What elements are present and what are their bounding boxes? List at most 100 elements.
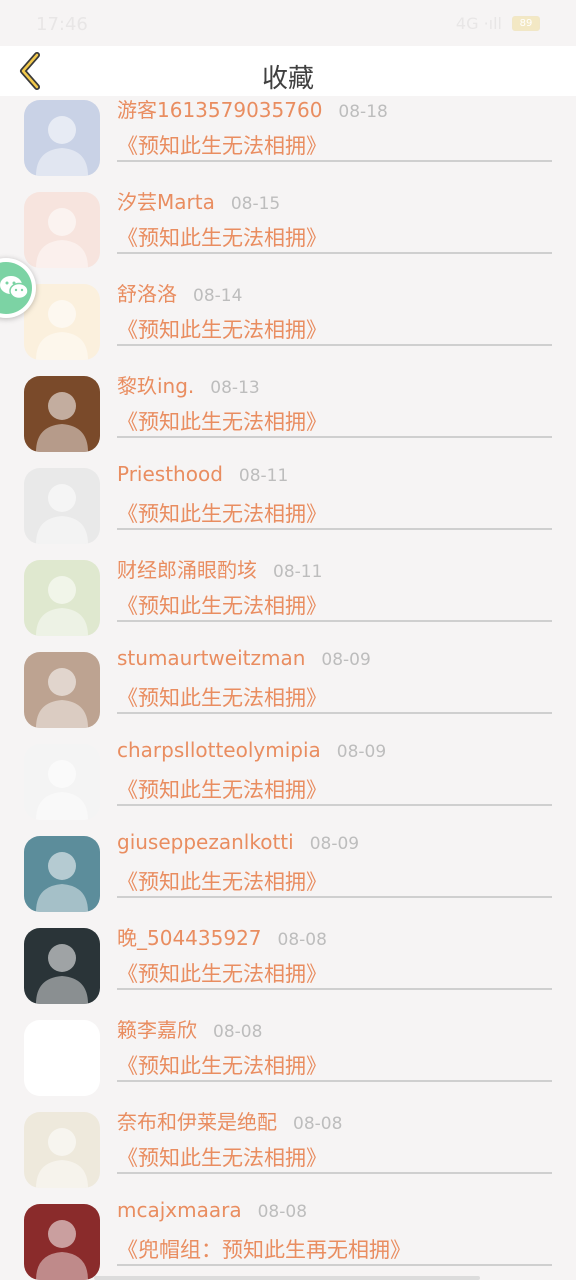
row-divider (117, 896, 552, 898)
user-avatar[interactable] (24, 284, 100, 360)
avatar-silhouette-icon (36, 668, 88, 728)
post-date: 08-18 (338, 102, 388, 122)
book-title[interactable]: 《预知此生无法相拥》 (117, 498, 327, 528)
book-title[interactable]: 《预知此生无法相拥》 (117, 406, 327, 436)
row-divider (117, 804, 552, 806)
user-avatar[interactable] (24, 376, 100, 452)
post-date: 08-09 (309, 834, 360, 854)
name-line: 游客1613579035760 08-18 (117, 96, 388, 123)
book-title[interactable]: 《预知此生无法相拥》 (117, 866, 327, 896)
post-date: 08-08 (277, 930, 327, 950)
user-avatar[interactable] (24, 836, 100, 912)
avatar-silhouette-icon (36, 1036, 88, 1096)
row-divider (117, 160, 552, 162)
book-title[interactable]: 《预知此生无法相拥》 (117, 130, 327, 160)
user-avatar[interactable] (24, 652, 100, 728)
favorite-row[interactable]: 汐芸Marta 08-15 《预知此生无法相拥》 (0, 184, 576, 276)
row-divider (117, 528, 552, 530)
name-line: giuseppezanlkotti 08-09 (117, 830, 359, 854)
user-name[interactable]: Priesthood (117, 462, 223, 486)
row-divider (117, 252, 552, 254)
book-title[interactable]: 《预知此生无法相拥》 (117, 1050, 327, 1080)
user-name[interactable]: 奈布和伊莱是绝配 (117, 1106, 277, 1135)
user-name[interactable]: 黎玖ing. (117, 370, 194, 399)
user-avatar[interactable] (24, 100, 100, 176)
status-right: 4G ·ıll 89 (456, 14, 540, 33)
book-title[interactable]: 《预知此生无法相拥》 (117, 314, 327, 344)
favorite-row[interactable]: 黎玖ing. 08-13 《预知此生无法相拥》 (0, 368, 576, 460)
row-divider (117, 1264, 552, 1266)
user-avatar[interactable] (24, 744, 100, 820)
book-title[interactable]: 《预知此生无法相拥》 (117, 590, 327, 620)
avatar-silhouette-icon (36, 1128, 88, 1188)
post-date: 08-08 (257, 1202, 308, 1222)
avatar-silhouette-icon (36, 392, 88, 452)
post-date: 08-15 (230, 194, 281, 214)
user-name[interactable]: 游客1613579035760 (117, 96, 322, 123)
user-name[interactable]: giuseppezanlkotti (117, 830, 294, 854)
battery-icon: 89 (512, 16, 540, 31)
user-avatar[interactable] (24, 1112, 100, 1188)
user-avatar[interactable] (24, 192, 100, 268)
favorite-row[interactable]: 奈布和伊莱是绝配 08-08 《预知此生无法相拥》 (0, 1104, 576, 1196)
favorite-row[interactable]: 财经郎涌眼酌垓 08-11 《预知此生无法相拥》 (0, 552, 576, 644)
avatar-silhouette-icon (36, 300, 88, 360)
post-date: 08-08 (213, 1022, 263, 1042)
favorites-list[interactable]: 游客1613579035760 08-18 《预知此生无法相拥》 汐芸Marta 08-… (0, 96, 576, 1280)
favorite-row[interactable]: 晚_504435927 08-08 《预知此生无法相拥》 (0, 920, 576, 1012)
favorite-row[interactable]: 舒洛洛 08-14 《预知此生无法相拥》 (0, 276, 576, 368)
post-date: 08-11 (238, 466, 289, 486)
favorite-row[interactable]: giuseppezanlkotti 08-09 《预知此生无法相拥》 (0, 828, 576, 920)
row-divider (117, 1080, 552, 1082)
name-line: charpsllotteolymipia 08-09 (117, 738, 386, 762)
user-avatar[interactable] (24, 1204, 100, 1280)
favorite-row[interactable]: Priesthood 08-11 《预知此生无法相拥》 (0, 460, 576, 552)
row-divider (117, 988, 552, 990)
post-date: 08-11 (273, 562, 323, 582)
avatar-silhouette-icon (36, 1220, 88, 1280)
name-line: 晚_504435927 08-08 (117, 922, 327, 951)
user-avatar[interactable] (24, 560, 100, 636)
avatar-silhouette-icon (36, 576, 88, 636)
user-name[interactable]: charpsllotteolymipia (117, 738, 321, 762)
avatar-silhouette-icon (36, 116, 88, 176)
avatar-silhouette-icon (36, 208, 88, 268)
post-date: 08-09 (321, 650, 371, 670)
post-date: 08-13 (210, 378, 260, 398)
user-name[interactable]: mcajxmaara (117, 1198, 242, 1222)
favorite-row[interactable]: 籁李嘉欣 08-08 《预知此生无法相拥》 (0, 1012, 576, 1104)
book-title[interactable]: 《兜帽组：预知此生再无相拥》 (117, 1234, 411, 1264)
user-name[interactable]: 籁李嘉欣 (117, 1014, 197, 1043)
wechat-icon (0, 262, 32, 314)
book-title[interactable]: 《预知此生无法相拥》 (117, 958, 327, 988)
page-title: 收藏 (261, 64, 314, 94)
post-date: 08-08 (293, 1114, 343, 1134)
name-line: 财经郎涌眼酌垓 08-11 (117, 554, 322, 583)
name-line: 奈布和伊莱是绝配 08-08 (117, 1106, 342, 1135)
favorite-row[interactable]: mcajxmaara 08-08 《兜帽组：预知此生再无相拥》 (0, 1196, 576, 1280)
status-time: 17:46 (36, 14, 88, 35)
user-name[interactable]: 晚_504435927 (117, 922, 262, 951)
bottom-scroll-indicator (94, 1276, 480, 1280)
signal-icon: 4G ·ıll (455, 14, 502, 33)
row-divider (117, 344, 552, 346)
post-date: 08-09 (336, 742, 387, 762)
name-line: 汐芸Marta 08-15 (117, 186, 280, 215)
favorite-row[interactable]: stumaurtweitzman 08-09 《预知此生无法相拥》 (0, 644, 576, 736)
favorite-row[interactable]: 游客1613579035760 08-18 《预知此生无法相拥》 (0, 96, 576, 184)
book-title[interactable]: 《预知此生无法相拥》 (117, 222, 327, 252)
avatar-silhouette-icon (36, 944, 88, 1004)
user-name[interactable]: 舒洛洛 (117, 278, 177, 307)
book-title[interactable]: 《预知此生无法相拥》 (117, 682, 327, 712)
user-avatar[interactable] (24, 1020, 100, 1096)
status-bar: 17:46 4G ·ıll 89 (0, 0, 576, 46)
user-name[interactable]: 财经郎涌眼酌垓 (117, 554, 257, 583)
user-avatar[interactable] (24, 928, 100, 1004)
book-title[interactable]: 《预知此生无法相拥》 (117, 774, 327, 804)
book-title[interactable]: 《预知此生无法相拥》 (117, 1142, 327, 1172)
name-line: 舒洛洛 08-14 (117, 278, 242, 307)
user-avatar[interactable] (24, 468, 100, 544)
user-name[interactable]: stumaurtweitzman (117, 646, 305, 670)
favorite-row[interactable]: charpsllotteolymipia 08-09 《预知此生无法相拥》 (0, 736, 576, 828)
user-name[interactable]: 汐芸Marta (117, 186, 215, 215)
